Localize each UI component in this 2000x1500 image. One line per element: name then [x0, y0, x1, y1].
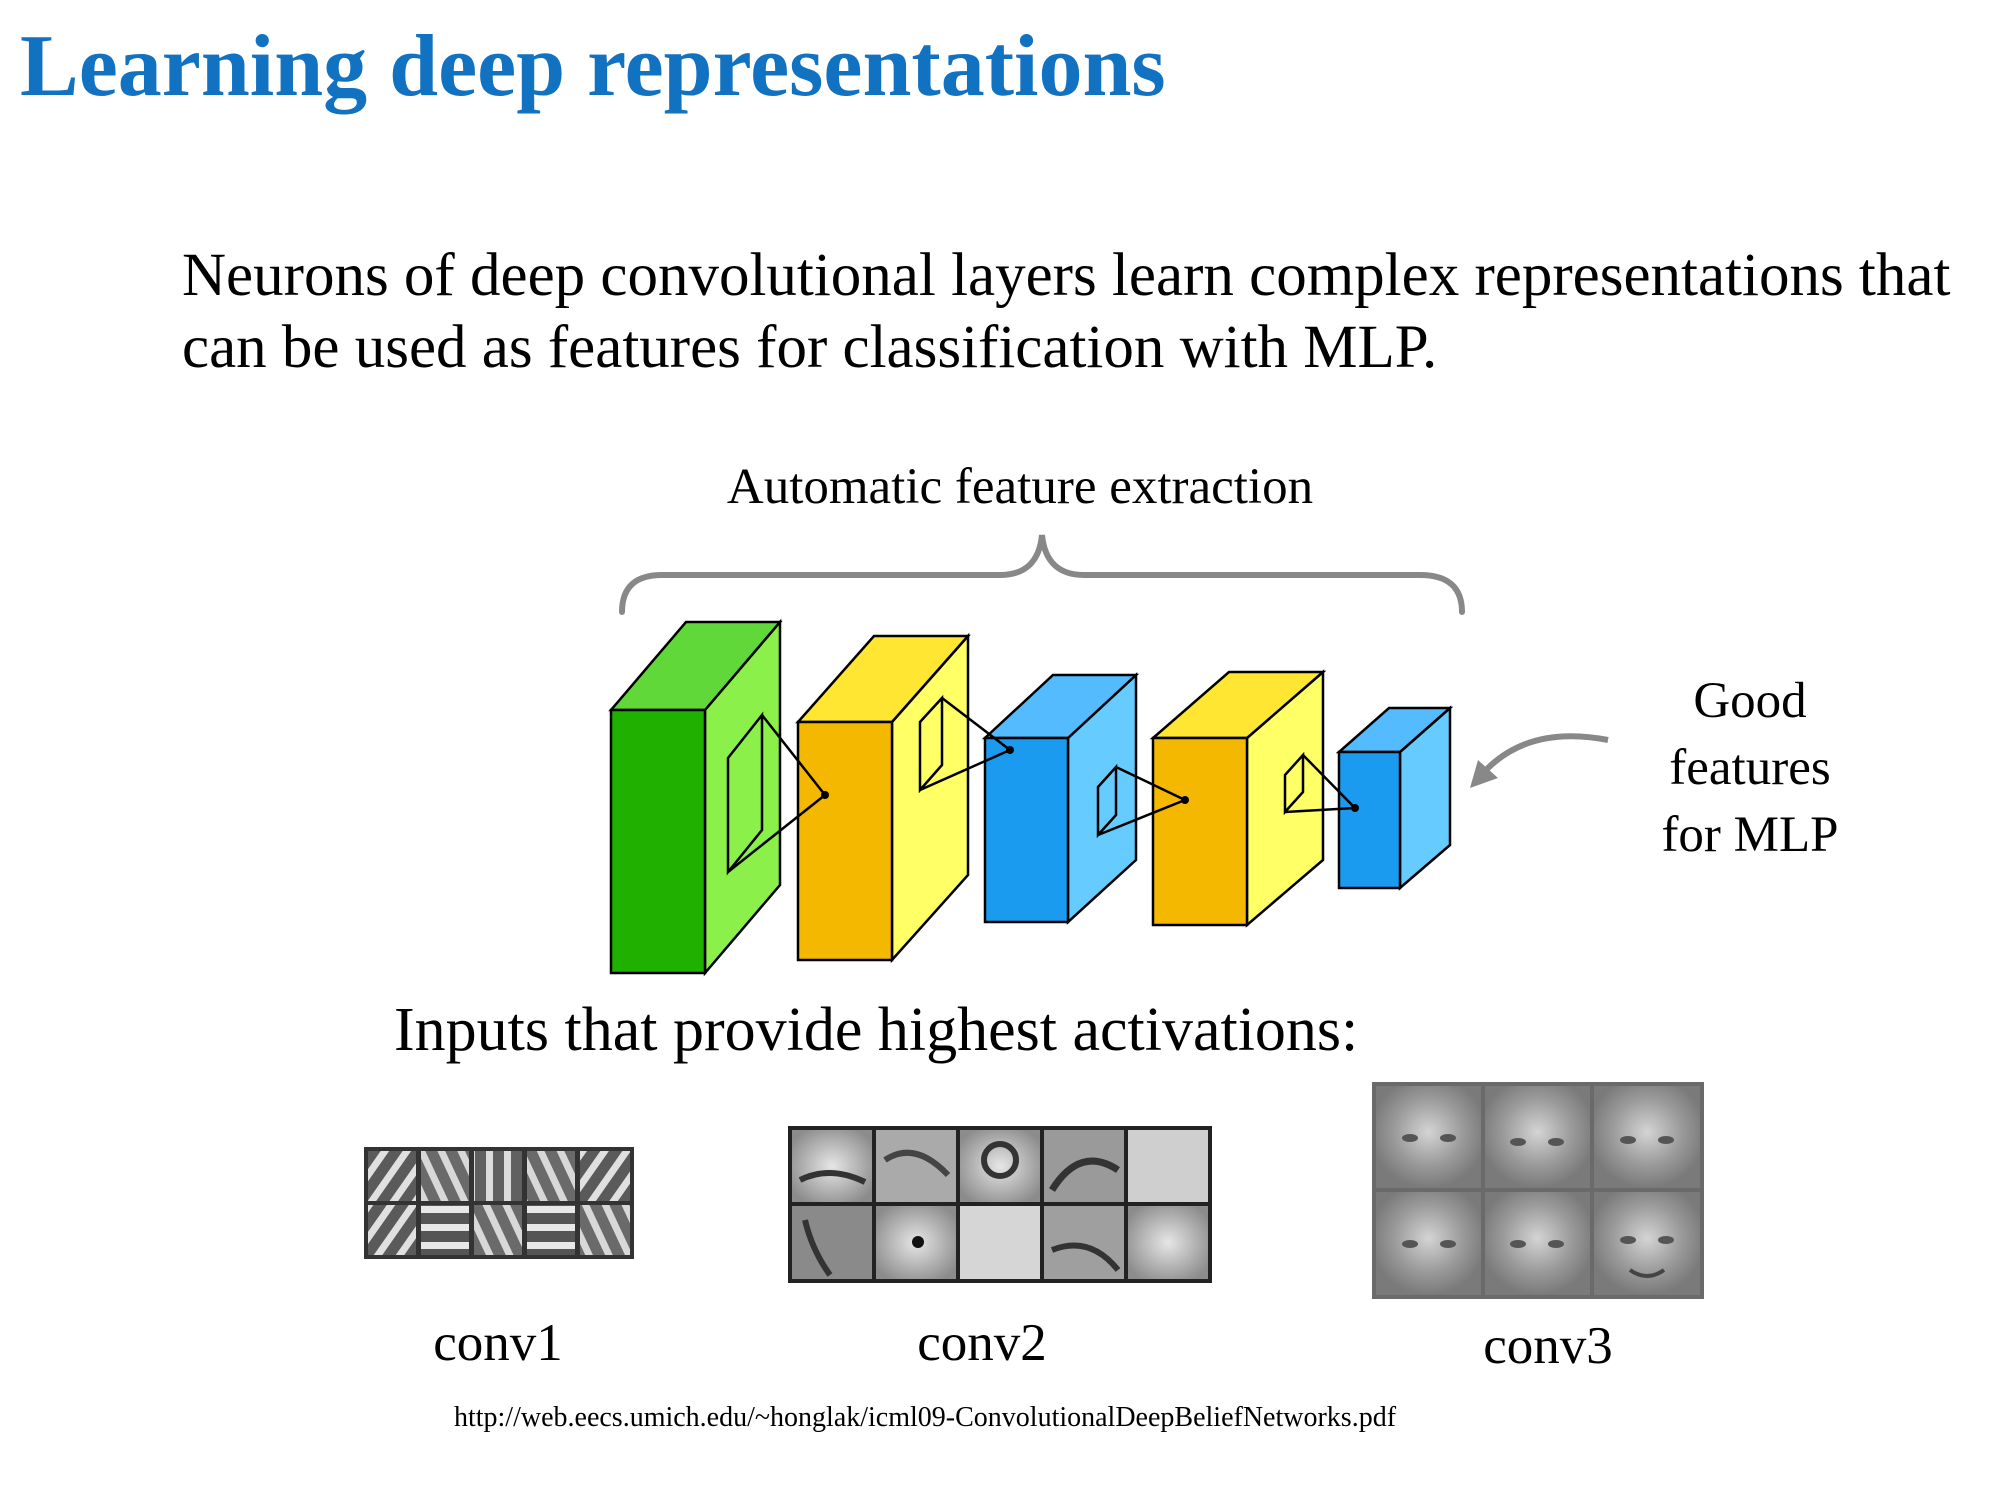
activations-heading: Inputs that provide highest activations: — [394, 996, 1359, 1064]
conv-layer-3 — [981, 672, 1140, 925]
conv-layer-4 — [1149, 669, 1327, 928]
good-features-line-3: for MLP — [1661, 807, 1839, 863]
conv1-label: conv1 — [433, 1314, 563, 1372]
good-features-line-1: Good — [1693, 673, 1807, 729]
source-url: http://web.eecs.umich.edu/~honglak/icml0… — [453, 1402, 1397, 1433]
good-features-label: Good features for MLP — [1610, 668, 1890, 869]
conv-layer-1 — [608, 618, 783, 977]
conv2-filter-grid — [788, 1126, 1212, 1283]
conv1-filter-grid — [364, 1147, 634, 1259]
conv3-face-grid — [1372, 1082, 1704, 1299]
curly-brace — [619, 534, 1465, 615]
conv2-label: conv2 — [917, 1314, 1047, 1372]
conv-layer-5 — [1335, 705, 1454, 891]
conv3-label: conv3 — [1483, 1317, 1613, 1375]
good-features-line-2: features — [1669, 740, 1831, 796]
curved-arrow — [1483, 733, 1609, 773]
